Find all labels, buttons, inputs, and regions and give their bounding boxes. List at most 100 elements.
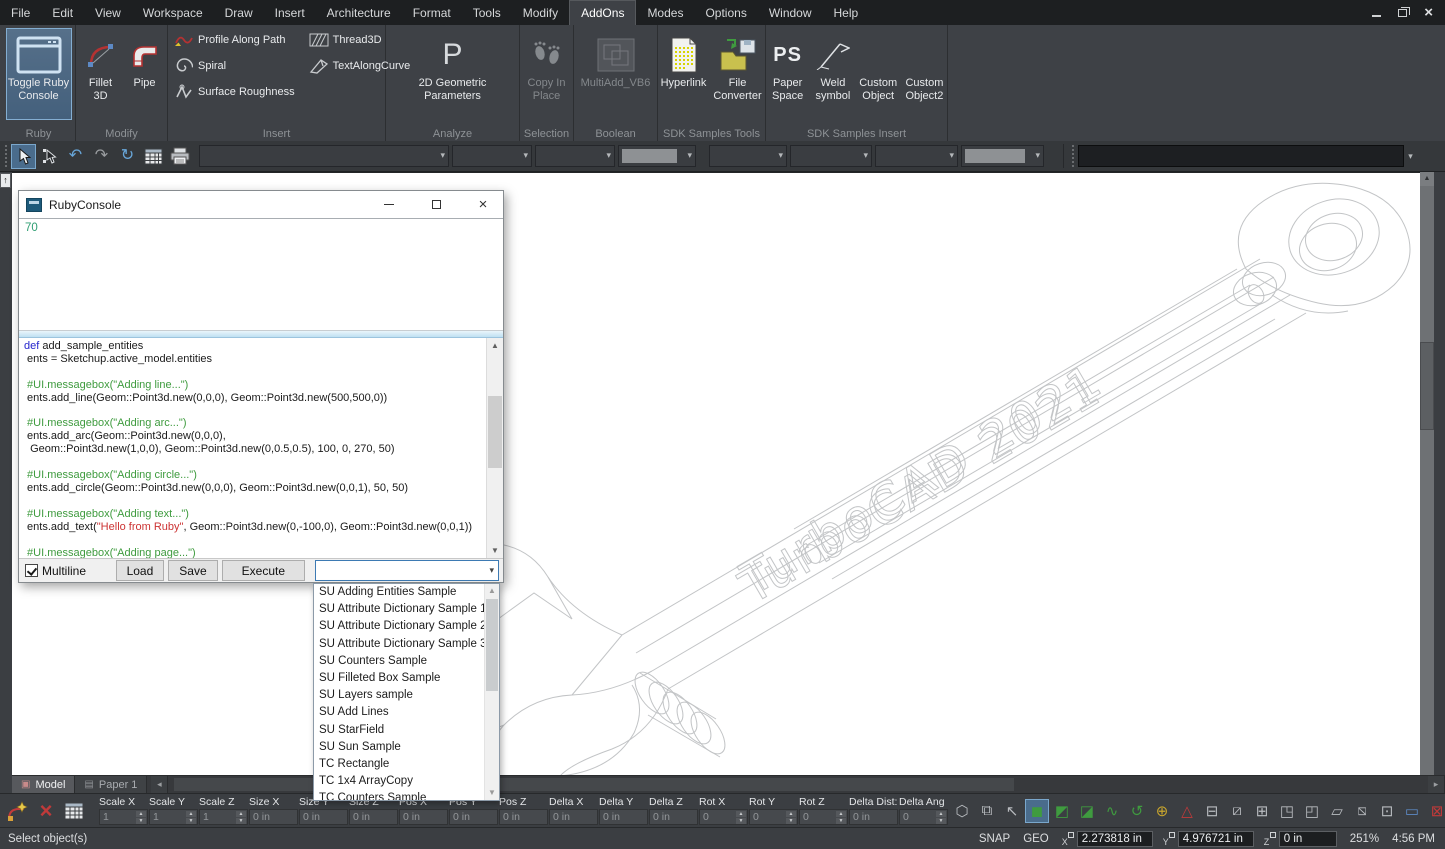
select-crossed-window-icon[interactable]: ◩ xyxy=(1050,799,1074,823)
move-node-icon[interactable]: ⊕ xyxy=(1150,799,1174,823)
restore-button[interactable] xyxy=(1398,6,1407,20)
node-edit-icon[interactable]: ↖ xyxy=(1000,799,1024,823)
save-button[interactable]: Save xyxy=(168,560,217,581)
horizontal-scrollbar-thumb[interactable] xyxy=(174,778,1014,791)
vertical-scrollbar[interactable]: ▲ ▼ xyxy=(1420,172,1434,793)
selector-grid-icon[interactable] xyxy=(61,798,87,824)
multiline-checkbox[interactable] xyxy=(25,564,38,577)
ribbon-button-spiral[interactable]: Spiral xyxy=(168,54,301,78)
ribbon-button-toggle-ruby-console[interactable]: Toggle Ruby Console xyxy=(6,28,72,120)
dropdown-item-su-attribute-dictionary-sample-2[interactable]: SU Attribute Dictionary Sample 2 xyxy=(314,618,484,635)
console-output[interactable]: 70 xyxy=(19,218,503,331)
orbit-3d-icon[interactable]: ⬡ xyxy=(950,799,974,823)
ribbon-button-surface-roughness[interactable]: Surface Roughness xyxy=(168,80,301,104)
field-input-scale-x[interactable]: 1▲▼ xyxy=(99,809,148,825)
field-input-scale-y[interactable]: 1▲▼ xyxy=(149,809,198,825)
execute-button[interactable]: Execute xyxy=(222,560,305,581)
menu-tools[interactable]: Tools xyxy=(462,0,512,25)
coord-input-x[interactable]: 2.273818 in xyxy=(1077,831,1153,847)
field-input-pos-y[interactable]: 0 in xyxy=(449,809,498,825)
ribbon-button-file-converter[interactable]: File Converter xyxy=(711,28,765,120)
ribbon-button-weld-symbol[interactable]: Weld symbol xyxy=(811,28,854,120)
field-input-delta-y[interactable]: 0 in xyxy=(599,809,648,825)
skew-icon[interactable]: ▱ xyxy=(1325,799,1349,823)
frame-on-icon[interactable]: ▭ xyxy=(1400,799,1424,823)
field-input-size-x[interactable]: 0 in xyxy=(249,809,298,825)
menu-options[interactable]: Options xyxy=(694,0,757,25)
menu-window[interactable]: Window xyxy=(758,0,823,25)
editor-scrollbar-thumb[interactable] xyxy=(488,396,502,468)
spinner-icon[interactable]: ▲▼ xyxy=(786,811,796,823)
console-code-editor[interactable]: def add_sample_entities ents = Sketchup.… xyxy=(19,338,503,558)
editor-scroll-up-icon[interactable]: ▲ xyxy=(487,338,503,353)
node-select-tool-icon[interactable] xyxy=(37,144,62,169)
field-input-rot-y[interactable]: 0▲▼ xyxy=(749,809,798,825)
print-style-icon[interactable] xyxy=(167,144,192,169)
coord-input-y[interactable]: 4.976721 in xyxy=(1178,831,1254,847)
editor-scrollbar[interactable]: ▲ ▼ xyxy=(486,338,503,558)
dock-arrow-icon[interactable]: ↑ xyxy=(0,173,11,188)
menu-draw[interactable]: Draw xyxy=(214,0,264,25)
redo-all-icon[interactable]: ↻ xyxy=(115,144,140,169)
tab-scroll-left-icon[interactable]: ◂ xyxy=(151,776,168,793)
field-input-scale-z[interactable]: 1▲▼ xyxy=(199,809,248,825)
dropdown-item-su-attribute-dictionary-sample-3[interactable]: SU Attribute Dictionary Sample 3 xyxy=(314,636,484,653)
editor-scroll-down-icon[interactable]: ▼ xyxy=(487,543,503,558)
console-splitter[interactable] xyxy=(19,331,503,338)
property-combo-7[interactable]: ▾ xyxy=(875,145,958,167)
h-scroll-right-icon[interactable]: ▸ xyxy=(1428,776,1445,793)
frame-off-icon[interactable]: ⊠ xyxy=(1425,799,1445,823)
console-minimize-button[interactable] xyxy=(369,192,409,218)
property-combo-2[interactable]: ▾ xyxy=(452,145,532,167)
sample-select-combo[interactable]: ▾ xyxy=(315,560,499,581)
dropdown-scroll-down-icon[interactable]: ▼ xyxy=(485,786,499,800)
rotate-selection-icon[interactable]: ↺ xyxy=(1125,799,1149,823)
property-combo-6[interactable]: ▾ xyxy=(790,145,872,167)
menu-modes[interactable]: Modes xyxy=(636,0,694,25)
ribbon-button-paper-space[interactable]: PSPaper Space xyxy=(766,28,809,120)
delta-mode-icon[interactable]: △ xyxy=(1175,799,1199,823)
dropdown-item-su-filleted-box-sample[interactable]: SU Filleted Box Sample xyxy=(314,670,484,687)
delete-icon[interactable]: × xyxy=(33,798,59,824)
fill-combo[interactable]: ▾ xyxy=(961,145,1044,167)
menu-addons[interactable]: AddOns xyxy=(569,0,636,25)
menu-workspace[interactable]: Workspace xyxy=(132,0,214,25)
dropdown-item-su-adding-entities-sample[interactable]: SU Adding Entities Sample xyxy=(314,584,484,601)
field-input-pos-z[interactable]: 0 in xyxy=(499,809,548,825)
ribbon-button-hyperlink[interactable]: Hyperlink xyxy=(659,28,709,120)
dropdown-item-tc-rectangle[interactable]: TC Rectangle xyxy=(314,756,484,773)
draw-wand-icon[interactable] xyxy=(5,798,31,824)
menu-help[interactable]: Help xyxy=(823,0,870,25)
field-input-delta-x[interactable]: 0 in xyxy=(549,809,598,825)
menu-insert[interactable]: Insert xyxy=(264,0,316,25)
menu-file[interactable]: File xyxy=(0,0,41,25)
select-open-window-icon[interactable]: ◼ xyxy=(1025,799,1049,823)
dropdown-item-su-sun-sample[interactable]: SU Sun Sample xyxy=(314,739,484,756)
dropdown-item-tc-1x4-arraycopy[interactable]: TC 1x4 ArrayCopy xyxy=(314,773,484,790)
menu-format[interactable]: Format xyxy=(402,0,462,25)
undo-icon[interactable]: ↶ xyxy=(63,144,88,169)
resize-corner-icon[interactable]: ◳ xyxy=(1275,799,1299,823)
ribbon-button-custom-object[interactable]: Custom Object xyxy=(857,28,900,120)
dropdown-scroll-up-icon[interactable]: ▲ xyxy=(485,584,499,598)
spinner-icon[interactable]: ▲▼ xyxy=(736,811,746,823)
toolbar-grip[interactable] xyxy=(3,145,9,167)
dropdown-item-su-counters-sample[interactable]: SU Counters Sample xyxy=(314,653,484,670)
field-input-rot-z[interactable]: 0▲▼ xyxy=(799,809,848,825)
select-wire-icon[interactable]: ∿ xyxy=(1100,799,1124,823)
dropdown-item-su-starfield[interactable]: SU StarField xyxy=(314,722,484,739)
menu-architecture[interactable]: Architecture xyxy=(316,0,402,25)
style-combo[interactable]: ▾ xyxy=(199,145,449,167)
property-combo-3[interactable]: ▾ xyxy=(535,145,615,167)
menu-edit[interactable]: Edit xyxy=(41,0,84,25)
dropdown-scrollbar-thumb[interactable] xyxy=(486,599,498,691)
command-dropdown-arrow-icon[interactable]: ▾ xyxy=(1404,145,1417,167)
field-input-delta-ang[interactable]: 0▲▼ xyxy=(899,809,948,825)
ribbon-button-custom-object2[interactable]: Custom Object2 xyxy=(902,28,947,120)
selection-info-icon[interactable] xyxy=(141,144,166,169)
color-combo[interactable]: ▾ xyxy=(618,145,696,167)
tab-paper-1[interactable]: ▤Paper 1 xyxy=(75,776,147,793)
console-titlebar[interactable]: RubyConsole × xyxy=(19,191,503,218)
ribbon-button-fillet-3d[interactable]: Fillet 3D xyxy=(79,28,123,120)
mirror-icon[interactable]: ⧄ xyxy=(1225,799,1249,823)
